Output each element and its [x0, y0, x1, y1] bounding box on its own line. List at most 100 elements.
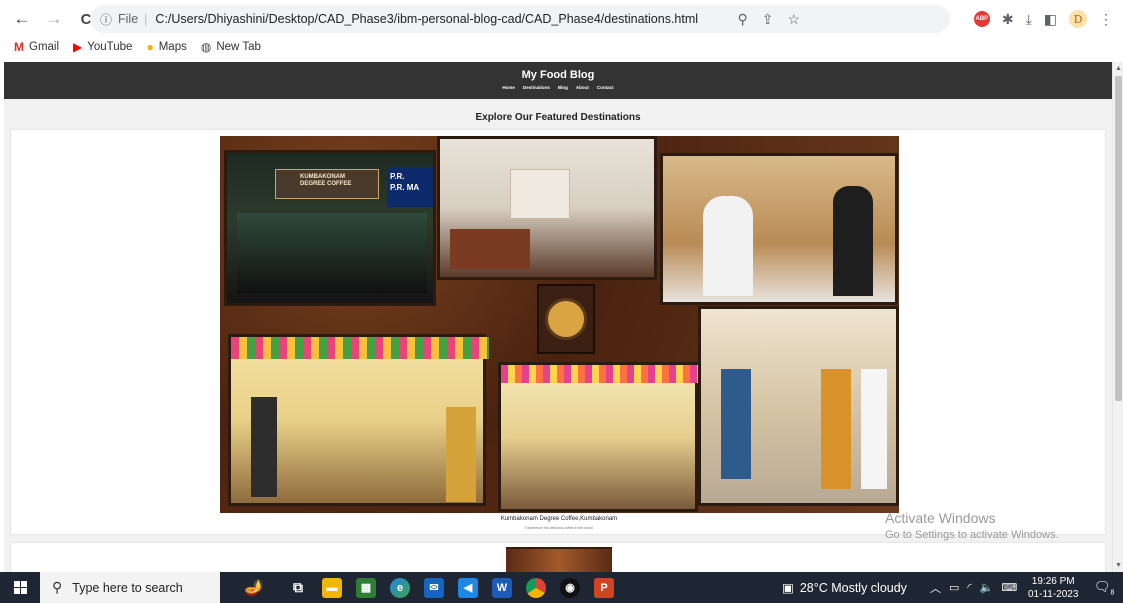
- taskbar-search[interactable]: ⚲ Type here to search: [40, 572, 220, 603]
- customer-1: [721, 369, 751, 479]
- battery-icon[interactable]: ▭: [949, 581, 959, 594]
- powerpoint-icon[interactable]: P: [594, 577, 614, 598]
- extensions-puzzle-icon[interactable]: ✱: [1002, 11, 1014, 28]
- url-text[interactable]: C:/Users/Dhiyashini/Desktop/CAD_Phase3/i…: [155, 12, 698, 26]
- person-white-shirt: [703, 196, 753, 296]
- photo-interview: [660, 153, 898, 305]
- bookmark-gmail[interactable]: M Gmail: [14, 40, 59, 54]
- file-explorer-icon[interactable]: ▬: [322, 577, 342, 598]
- scrollbar-thumb[interactable]: [1115, 76, 1122, 401]
- person-1: [251, 397, 277, 497]
- bookmark-label: Maps: [158, 41, 187, 53]
- activate-windows-watermark: Activate Windows Go to Settings to activ…: [885, 510, 1059, 541]
- photo-customers: [698, 306, 899, 506]
- taskbar-apps: 🪔 ⧉ ▬ ▦ e ✉ ◀ W ◉ P: [234, 577, 614, 598]
- destination-photo-collage: KUMBAKONAM DEGREE COFFEE P.R. P.R. MA: [220, 136, 899, 513]
- store-sign-line2: DEGREE COFFEE: [300, 181, 352, 187]
- clock-time: 19:26 PM: [1031, 576, 1075, 587]
- bookmark-maps[interactable]: ● Maps: [146, 40, 186, 54]
- search-placeholder: Type here to search: [72, 580, 183, 595]
- address-bar[interactable]: ⓘ File | C:/Users/Dhiyashini/Desktop/CAD…: [90, 5, 950, 33]
- diya-icon[interactable]: 🪔: [234, 578, 274, 598]
- shop-sign: P.R. P.R. MA: [387, 167, 433, 207]
- url-scheme: File: [118, 12, 139, 26]
- watermark-title: Activate Windows: [885, 510, 996, 526]
- scroll-down-icon[interactable]: ▼: [1115, 562, 1122, 569]
- bookmark-youtube[interactable]: ▶ YouTube: [73, 40, 132, 54]
- clock-date: 01-11-2023: [1028, 589, 1079, 600]
- mail-icon[interactable]: ✉: [424, 577, 444, 598]
- weather-widget[interactable]: ▣ 28°C Mostly cloudy: [782, 572, 907, 603]
- system-tray: ︿ ▭ ◜ 🔈 ⌨: [930, 572, 1017, 603]
- word-icon[interactable]: W: [492, 577, 512, 598]
- photo-festive-interior: [228, 334, 489, 506]
- back-button[interactable]: ←: [10, 7, 34, 31]
- edge-icon[interactable]: e: [390, 577, 410, 598]
- taskbar-clock[interactable]: 19:26 PM 01-11-2023: [1028, 575, 1078, 601]
- store-icon[interactable]: ▦: [356, 577, 376, 598]
- weather-icon: ▣: [782, 581, 794, 595]
- garland-2: [501, 365, 701, 383]
- section-heading: Explore Our Featured Destinations: [475, 112, 641, 123]
- destination-card: KUMBAKONAM DEGREE COFFEE P.R. P.R. MA Ku…: [10, 129, 1106, 535]
- customer-2: [821, 369, 851, 489]
- wifi-icon[interactable]: ◜: [967, 581, 971, 594]
- chrome-icon[interactable]: [526, 577, 546, 598]
- language-icon[interactable]: ⌨: [1001, 581, 1017, 594]
- coffee-logo: [537, 284, 595, 354]
- bookmark-label: New Tab: [216, 41, 261, 53]
- nav-about[interactable]: About: [576, 85, 589, 90]
- person-dark: [833, 186, 873, 296]
- browser-chrome: ← → C ⓘ File | C:/Users/Dhiyashini/Deskt…: [0, 0, 1123, 62]
- web-page: My Food Blog Home Destinations Blog Abou…: [4, 62, 1112, 572]
- store-sign-line1: KUMBAKONAM: [300, 174, 345, 180]
- site-title: My Food Blog: [521, 69, 595, 81]
- toolbar-extensions: ABP ✱ ⤓ ◧ D ⋮: [973, 5, 1113, 33]
- task-view-icon[interactable]: ⧉: [288, 578, 308, 598]
- menu-kebab-icon[interactable]: ⋮: [1099, 11, 1113, 28]
- nav-home[interactable]: Home: [502, 85, 515, 90]
- logo-emblem: [545, 298, 587, 340]
- forward-button[interactable]: →: [42, 7, 66, 31]
- notification-count: 8: [1110, 589, 1115, 597]
- info-icon[interactable]: ⓘ: [100, 11, 112, 28]
- destination-photo-2: [506, 547, 612, 572]
- bookmark-newtab[interactable]: ◍ New Tab: [201, 40, 261, 54]
- windows-taskbar: ⚲ Type here to search 🪔 ⧉ ▬ ▦ e ✉ ◀ W ◉ …: [0, 572, 1123, 603]
- tray-chevron-icon[interactable]: ︿: [930, 580, 941, 596]
- photo-storefront: KUMBAKONAM DEGREE COFFEE P.R. P.R. MA: [224, 150, 436, 306]
- adblock-icon[interactable]: ABP: [973, 11, 990, 27]
- nav-contact[interactable]: Contact: [597, 85, 614, 90]
- vscode-icon[interactable]: ◀: [458, 577, 478, 598]
- youtube-icon: ▶: [73, 40, 83, 54]
- profile-avatar[interactable]: D: [1069, 10, 1087, 28]
- garland: [231, 337, 489, 359]
- bookmarks-bar: M Gmail ▶ YouTube ● Maps ◍ New Tab: [14, 38, 261, 56]
- customer-3: [861, 369, 887, 489]
- search-icon: ⚲: [52, 579, 63, 595]
- maps-icon: ●: [146, 40, 154, 54]
- download-icon[interactable]: ⤓: [1026, 11, 1032, 28]
- windows-logo-icon: [13, 581, 27, 594]
- start-button[interactable]: [0, 572, 40, 603]
- nav-destinations[interactable]: Destinations: [523, 85, 550, 90]
- counter: [510, 169, 570, 219]
- watermark-subtitle: Go to Settings to activate Windows.: [885, 529, 1059, 541]
- github-icon[interactable]: ◉: [560, 577, 580, 598]
- bookmark-star-icon[interactable]: ☆: [787, 11, 800, 28]
- page-scrollbar[interactable]: ▲ ▼: [1112, 62, 1123, 572]
- gmail-icon: M: [14, 40, 24, 54]
- store-sign: KUMBAKONAM DEGREE COFFEE: [275, 169, 379, 199]
- nav-blog[interactable]: Blog: [558, 85, 568, 90]
- photo-interior-1: [437, 136, 657, 280]
- share-icon[interactable]: ⇪: [762, 11, 774, 28]
- weather-text: 28°C Mostly cloudy: [799, 580, 907, 595]
- zoom-icon[interactable]: ⚲: [737, 11, 747, 28]
- sidepanel-icon[interactable]: ◧: [1044, 11, 1057, 28]
- volume-icon[interactable]: 🔈: [980, 581, 994, 594]
- notification-icon[interactable]: 🗨8: [1094, 579, 1114, 597]
- shop-sign-line2: P.R. MA: [390, 183, 420, 192]
- scroll-up-icon[interactable]: ▲: [1115, 65, 1122, 72]
- seating: [450, 229, 530, 269]
- url-separator: |: [144, 12, 148, 26]
